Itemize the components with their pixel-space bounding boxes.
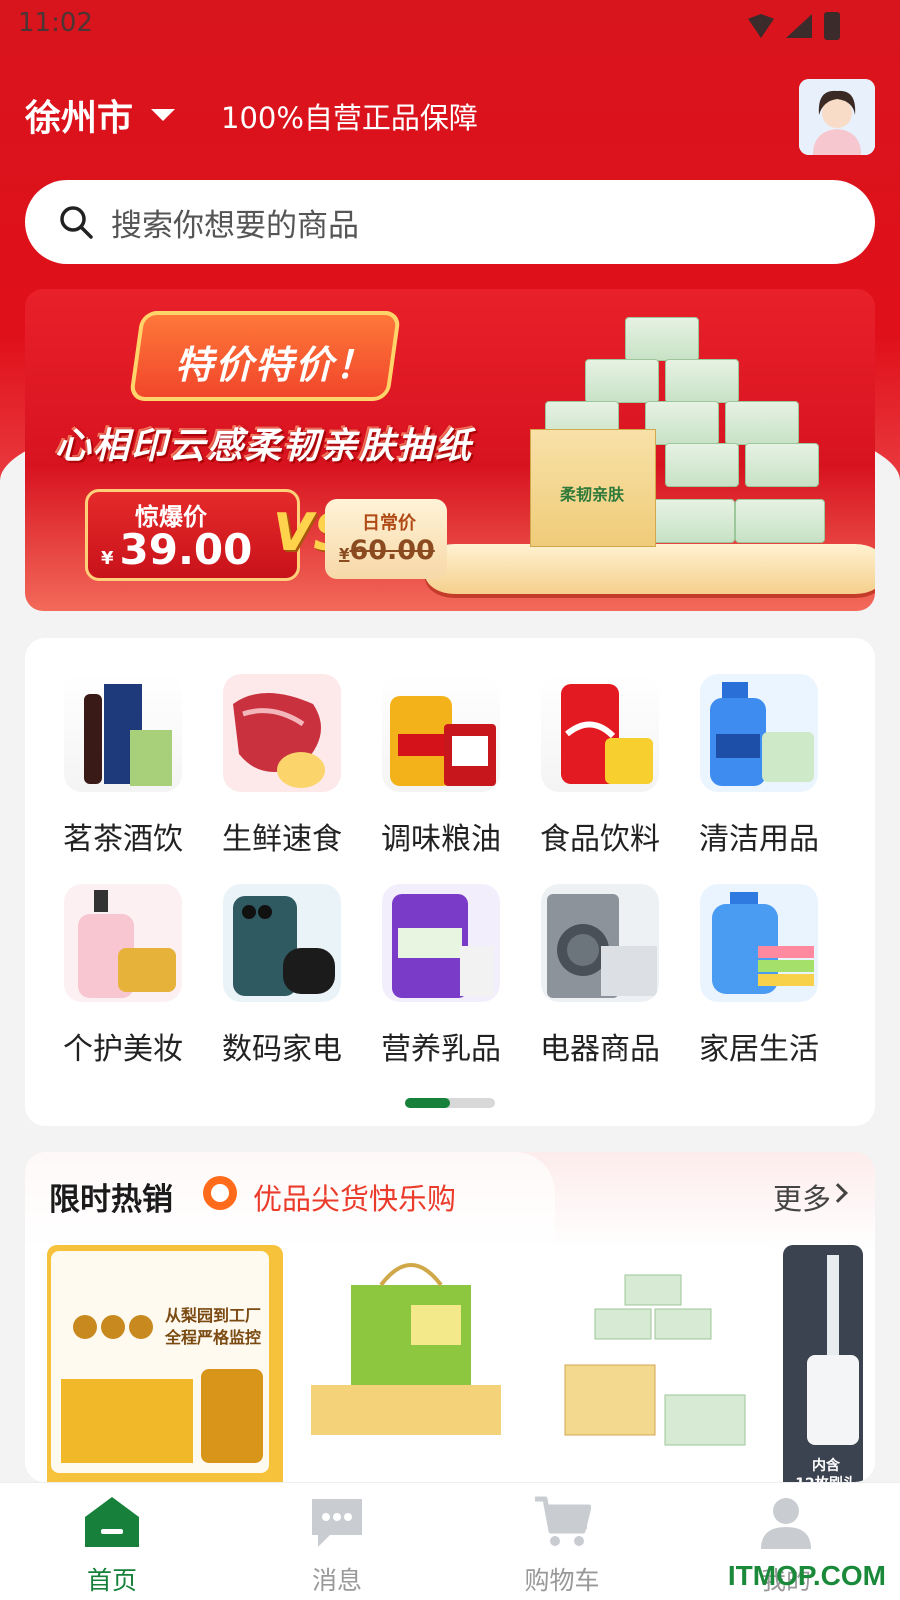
hot-sale-title: 限时热销 xyxy=(49,1182,173,1218)
more-link[interactable]: 更多 xyxy=(773,1176,831,1218)
category-panel: 茗茶酒饮 生鲜速食 调味粮油 食品饮料 清洁用品 个护美妆 数码家电 营养乳品 … xyxy=(25,638,875,1126)
wifi-icon xyxy=(748,14,774,38)
search-icon xyxy=(60,206,93,239)
search-input[interactable]: 搜索你想要的商品 xyxy=(25,180,875,264)
product-card[interactable] xyxy=(291,1245,527,1482)
hot-sale-section: 限时热销 优品尖货快乐购 更多 从梨园到工厂 全程严格监控 内含 12枚刷头 xyxy=(25,1152,875,1482)
product-promo-text: 从梨园到工厂 全程严格监控 xyxy=(165,1306,262,1347)
pear-paste-product xyxy=(51,1251,269,1473)
category-label: 生鲜速食 xyxy=(222,822,342,857)
cosmetics-icon xyxy=(64,884,182,1002)
original-price: ¥60.00 xyxy=(339,535,435,566)
category-label: 食品饮料 xyxy=(540,822,660,857)
tissue-pack xyxy=(645,401,719,445)
category-item[interactable]: 个护美妆 xyxy=(53,884,193,1068)
toilet-brush-product xyxy=(807,1255,859,1445)
category-item[interactable]: 营养乳品 xyxy=(371,884,511,1068)
currency-symbol: ¥ xyxy=(339,545,350,563)
city-name: 徐州市 xyxy=(25,98,134,139)
cart-icon xyxy=(535,1496,592,1546)
category-label: 电器商品 xyxy=(540,1032,660,1067)
tissue-pack xyxy=(645,499,735,543)
product-promo-text: 内含 12枚刷头 xyxy=(795,1458,856,1482)
watermark: ITMOP.COM xyxy=(727,1560,886,1591)
user-avatar-icon xyxy=(799,79,875,155)
meat-icon xyxy=(223,674,341,792)
city-selector[interactable]: 徐州市 xyxy=(25,89,176,141)
phone-icon xyxy=(223,884,341,1002)
tissue-pack xyxy=(625,317,699,361)
tab-label: 购物车 xyxy=(524,1566,600,1595)
price-value: ¥39.00 xyxy=(101,525,252,574)
price-number: 39.00 xyxy=(119,525,253,574)
tissue-pack xyxy=(585,359,659,403)
category-item[interactable]: 清洁用品 xyxy=(689,674,829,858)
slogan: 100%自营正品保障 xyxy=(221,101,478,135)
tab-label: 消息 xyxy=(311,1566,362,1595)
category-item[interactable]: 家居生活 xyxy=(689,884,829,1068)
cola-icon xyxy=(541,674,659,792)
category-item[interactable]: 食品饮料 xyxy=(530,674,670,858)
avatar[interactable] xyxy=(799,79,875,155)
message-icon xyxy=(312,1499,362,1547)
tab-messages[interactable]: 消息 xyxy=(277,1495,397,1597)
towel-icon xyxy=(700,884,818,1002)
product-card[interactable] xyxy=(535,1245,771,1482)
tab-home[interactable]: 首页 xyxy=(52,1495,172,1597)
tissue-pack xyxy=(745,443,819,487)
tab-cart[interactable]: 购物车 xyxy=(502,1495,622,1597)
box-text: 柔韧亲肤 xyxy=(560,485,625,504)
currency-symbol: ¥ xyxy=(101,548,114,569)
tissue-pack xyxy=(735,499,825,543)
milk-powder-icon xyxy=(382,884,500,1002)
category-item[interactable]: 电器商品 xyxy=(530,884,670,1068)
banner-tag: 特价特价！ xyxy=(175,343,376,387)
tissue-pack xyxy=(665,443,739,487)
tissue-pack-product xyxy=(564,1274,746,1446)
status-icons xyxy=(748,12,840,40)
tissue-pack xyxy=(665,359,739,403)
category-label: 调味粮油 xyxy=(381,822,501,857)
category-label: 数码家电 xyxy=(222,1032,342,1067)
category-item[interactable]: 调味粮油 xyxy=(371,674,511,858)
promo-banner[interactable]: 特价特价！ 心相印云感柔韧亲肤抽纸 柔韧亲肤 惊爆价 ¥39.00 VS 日常价… xyxy=(25,289,875,611)
profile-icon xyxy=(761,1498,811,1549)
header: 徐州市 100%自营正品保障 xyxy=(25,79,875,155)
battery-icon xyxy=(824,12,840,40)
search-placeholder: 搜索你想要的商品 xyxy=(111,207,359,244)
product-card[interactable]: 从梨园到工厂 全程严格监控 xyxy=(47,1245,283,1482)
tissue-pack xyxy=(725,401,799,445)
washer-icon xyxy=(541,884,659,1002)
category-label: 清洁用品 xyxy=(699,822,819,857)
original-price-number: 60.00 xyxy=(349,535,435,566)
category-item[interactable]: 数码家电 xyxy=(212,884,352,1068)
banner-title: 心相印云感柔韧亲肤抽纸 xyxy=(55,426,474,467)
original-price-label: 日常价 xyxy=(362,513,416,534)
category-item[interactable]: 茗茶酒饮 xyxy=(53,674,193,858)
signal-icon xyxy=(786,14,812,38)
chevron-right-icon[interactable] xyxy=(828,1183,848,1203)
category-label: 家居生活 xyxy=(699,1032,819,1067)
oil-icon xyxy=(382,674,500,792)
category-label: 营养乳品 xyxy=(381,1032,501,1067)
category-pager-active xyxy=(405,1098,450,1108)
home-icon xyxy=(85,1497,139,1547)
category-item[interactable]: 生鲜速食 xyxy=(212,674,352,858)
hot-sale-subtitle: 优品尖货快乐购 xyxy=(253,1182,457,1216)
wine-tea-icon xyxy=(64,674,182,792)
gift-bag-product xyxy=(311,1263,501,1435)
tab-label: 首页 xyxy=(86,1566,137,1595)
detergent-icon xyxy=(700,674,818,792)
status-bar: 11:02 xyxy=(0,0,900,50)
alarm-clock-icon xyxy=(203,1176,237,1210)
category-label: 个护美妆 xyxy=(63,1032,183,1067)
status-time: 11:02 xyxy=(18,8,93,38)
category-label: 茗茶酒饮 xyxy=(63,822,183,857)
product-card[interactable]: 内含 12枚刷头 xyxy=(783,1245,863,1482)
banner-stage xyxy=(425,544,875,594)
chevron-down-icon xyxy=(151,109,176,121)
